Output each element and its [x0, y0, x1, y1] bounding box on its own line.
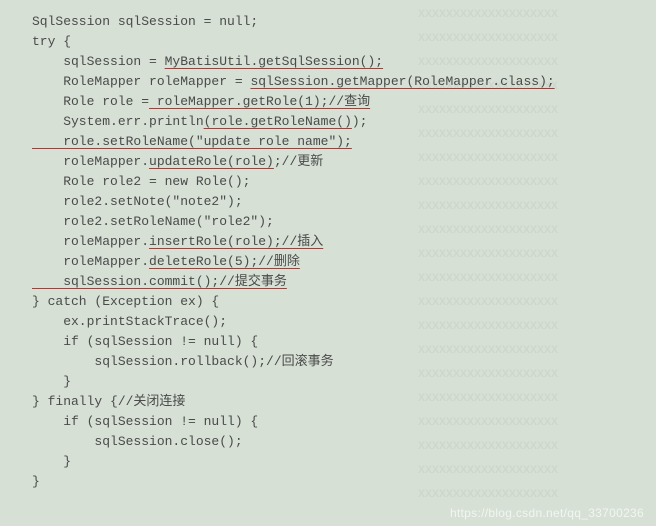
code-line: roleMapper.updateRole(role);//更新	[0, 152, 656, 172]
code-text: ;//更新	[274, 154, 323, 169]
code-text: if (sqlSession != null) {	[32, 414, 258, 429]
code-text: } finally {//关闭连接	[32, 394, 185, 409]
code-text: SqlSession sqlSession = null;	[32, 14, 258, 29]
code-text: roleMapper.	[32, 154, 149, 169]
code-line: role2.setNote("note2");	[0, 192, 656, 212]
code-text: System.err.println	[32, 114, 204, 129]
code-text: sqlSession.rollback();//回滚事务	[32, 354, 334, 369]
code-text-underlined: roleMapper.getRole(1);//查询	[149, 94, 370, 109]
code-line: Role role = roleMapper.getRole(1);//查询	[0, 92, 656, 112]
code-text: role2.setNote("note2");	[32, 194, 243, 209]
code-line: }	[0, 372, 656, 392]
code-text-underlined: sqlSession.commit();//提交事务	[32, 274, 287, 289]
code-line: System.err.println(role.getRoleName());	[0, 112, 656, 132]
code-block: SqlSession sqlSession = null; try { sqlS…	[0, 12, 656, 492]
code-text: );	[352, 114, 368, 129]
code-text-underlined: role.setRoleName("update role name");	[32, 134, 352, 149]
code-text: Role role2 = new Role();	[32, 174, 250, 189]
code-line: ex.printStackTrace();	[0, 312, 656, 332]
code-text: }	[32, 374, 71, 389]
code-line: if (sqlSession != null) {	[0, 332, 656, 352]
code-text: roleMapper.	[32, 254, 149, 269]
code-text: ex.printStackTrace();	[32, 314, 227, 329]
code-text-underlined: (role.getRoleName()	[204, 114, 352, 129]
code-text: role2.setRoleName("role2");	[32, 214, 274, 229]
code-line: }	[0, 472, 656, 492]
code-line: SqlSession sqlSession = null;	[0, 12, 656, 32]
code-line: if (sqlSession != null) {	[0, 412, 656, 432]
watermark-text: https://blog.csdn.net/qq_33700236	[450, 506, 644, 520]
code-line: } finally {//关闭连接	[0, 392, 656, 412]
code-text-underlined: sqlSession.getMapper(RoleMapper.class);	[250, 74, 554, 89]
code-text: RoleMapper roleMapper =	[32, 74, 250, 89]
code-text: }	[32, 474, 40, 489]
code-text: }	[32, 454, 71, 469]
code-text: sqlSession.close();	[32, 434, 243, 449]
code-text: try {	[32, 34, 71, 49]
code-text-underlined: deleteRole(5);//删除	[149, 254, 300, 269]
code-line: role2.setRoleName("role2");	[0, 212, 656, 232]
code-line: }	[0, 452, 656, 472]
code-line: } catch (Exception ex) {	[0, 292, 656, 312]
code-line: roleMapper.insertRole(role);//插入	[0, 232, 656, 252]
code-text: } catch (Exception ex) {	[32, 294, 219, 309]
code-line: sqlSession.commit();//提交事务	[0, 272, 656, 292]
code-line: sqlSession.close();	[0, 432, 656, 452]
code-line: try {	[0, 32, 656, 52]
code-line: sqlSession.rollback();//回滚事务	[0, 352, 656, 372]
code-line: roleMapper.deleteRole(5);//删除	[0, 252, 656, 272]
code-text: if (sqlSession != null) {	[32, 334, 258, 349]
code-line: role.setRoleName("update role name");	[0, 132, 656, 152]
code-text-underlined: updateRole(role)	[149, 154, 274, 169]
code-line: Role role2 = new Role();	[0, 172, 656, 192]
code-text-underlined: insertRole(role);//插入	[149, 234, 323, 249]
code-text-underlined: MyBatisUtil.getSqlSession();	[165, 54, 383, 69]
code-text: Role role =	[32, 94, 149, 109]
code-text: roleMapper.	[32, 234, 149, 249]
code-line: RoleMapper roleMapper = sqlSession.getMa…	[0, 72, 656, 92]
code-text: sqlSession =	[32, 54, 165, 69]
code-line: sqlSession = MyBatisUtil.getSqlSession()…	[0, 52, 656, 72]
